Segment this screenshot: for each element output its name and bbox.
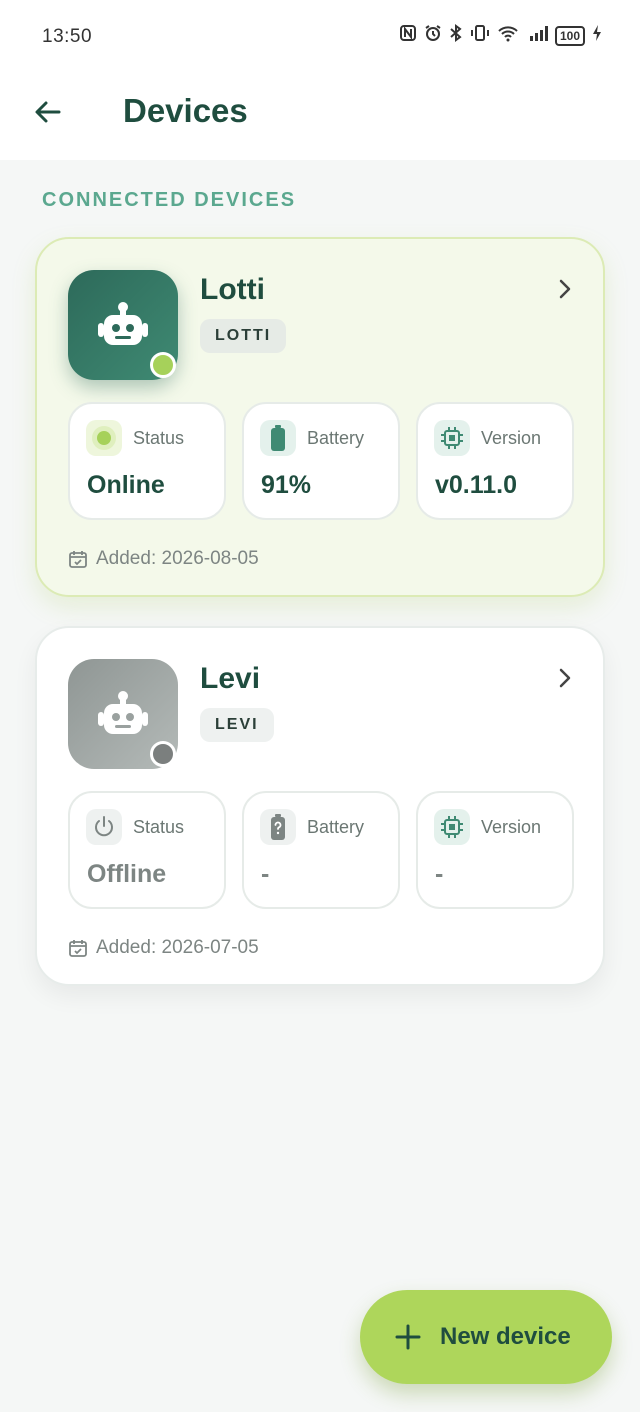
- stat-status: Status Offline: [68, 791, 226, 909]
- device-card-lotti[interactable]: Lotti LOTTI Status Online Battery 91% Ve…: [35, 237, 605, 597]
- vibrate-icon: [470, 24, 490, 47]
- chevron-right-icon[interactable]: [553, 277, 577, 301]
- arrow-left-icon: [35, 101, 61, 123]
- added-date: Added: 2026-07-05: [68, 937, 259, 959]
- calendar-check-icon: [69, 940, 87, 957]
- stat-label: Status: [133, 428, 185, 448]
- online-dot-icon: [86, 420, 122, 456]
- stat-battery: Battery -: [242, 791, 400, 909]
- plus-icon: [395, 1324, 421, 1350]
- status-time: 13:50: [42, 26, 93, 47]
- stat-label: Version: [481, 817, 542, 837]
- page-title: Devices: [123, 92, 248, 129]
- stat-version: Version -: [416, 791, 574, 909]
- device-card-levi[interactable]: Levi LEVI Status Offline Battery - Versi…: [35, 626, 605, 986]
- alarm-icon: [424, 24, 442, 47]
- stat-value: 91%: [261, 471, 312, 499]
- stat-value: v0.11.0: [435, 471, 518, 499]
- section-title: CONNECTED DEVICES: [42, 189, 297, 211]
- battery-unknown-icon: [260, 809, 296, 845]
- robot-icon: [98, 691, 148, 734]
- stat-label: Battery: [307, 428, 365, 448]
- added-date-text: Added: 2026-08-05: [96, 548, 259, 569]
- device-name: Levi: [200, 662, 261, 695]
- stat-value: Offline: [87, 860, 167, 888]
- stat-version: Version v0.11.0: [416, 402, 574, 520]
- back-button[interactable]: [28, 92, 68, 132]
- added-date: Added: 2026-08-05: [68, 548, 259, 570]
- device-tag: LOTTI: [200, 319, 287, 353]
- nfc-icon: [399, 24, 417, 47]
- system-icons: 100: [399, 24, 602, 47]
- new-device-label: New device: [440, 1323, 571, 1350]
- added-date-text: Added: 2026-07-05: [96, 937, 259, 958]
- chip-icon: [434, 420, 470, 456]
- stat-value: -: [261, 860, 270, 888]
- charging-icon: [592, 24, 602, 47]
- power-icon: [86, 809, 122, 845]
- stat-label: Version: [481, 428, 542, 448]
- chip-icon: [434, 809, 470, 845]
- bluetooth-icon: [449, 24, 463, 47]
- cell-signal-icon: [526, 24, 548, 47]
- stat-value: -: [435, 860, 444, 888]
- stat-status: Status Online: [68, 402, 226, 520]
- status-bar: 13:50 100: [0, 0, 640, 74]
- offline-status-dot: [150, 741, 176, 767]
- device-name: Lotti: [200, 273, 265, 306]
- stat-label: Battery: [307, 817, 365, 837]
- chevron-right-icon[interactable]: [553, 666, 577, 690]
- new-device-button[interactable]: New device: [360, 1290, 612, 1384]
- calendar-check-icon: [69, 551, 87, 568]
- device-tag: LEVI: [200, 708, 274, 742]
- online-status-dot: [150, 352, 176, 378]
- battery-icon: [260, 420, 296, 456]
- stat-battery: Battery 91%: [242, 402, 400, 520]
- battery-indicator: 100: [554, 25, 585, 46]
- stat-value: Online: [87, 471, 165, 499]
- app-bar: Devices: [0, 74, 640, 160]
- wifi-icon: [497, 24, 519, 47]
- stat-label: Status: [133, 817, 185, 837]
- robot-icon: [98, 302, 148, 345]
